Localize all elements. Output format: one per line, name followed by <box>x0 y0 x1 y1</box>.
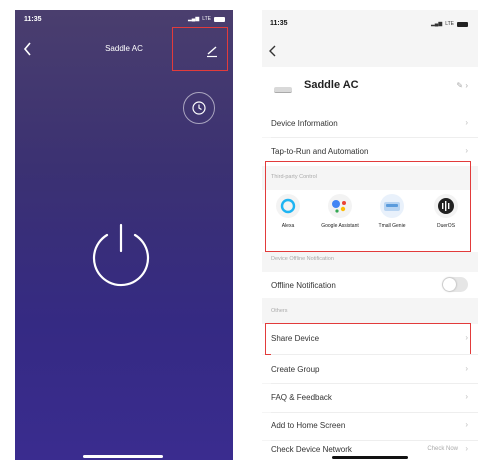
home-indicator <box>332 456 408 459</box>
edit-pencil-icon[interactable] <box>205 44 219 58</box>
device-control-screen: 11:35 ▂▄▆ LTE Saddle AC <box>15 10 233 460</box>
device-information-row[interactable]: Device Information › <box>262 109 478 137</box>
chevron-right-icon: › <box>465 364 468 373</box>
row-label: Add to Home Screen <box>271 421 346 430</box>
device-name: Saddle AC <box>304 79 359 91</box>
battery-icon <box>214 16 225 22</box>
share-highlight-box <box>265 323 471 355</box>
offline-notification-row: Offline Notification <box>262 272 478 298</box>
status-time: 11:35 <box>24 16 42 23</box>
row-label: Device Information <box>271 119 338 128</box>
signal-icon: ▂▄▆ <box>430 21 443 27</box>
row-label: FAQ & Feedback <box>271 393 332 402</box>
offline-notification-toggle[interactable] <box>442 277 468 292</box>
signal-icon: ▂▄▆ <box>187 16 200 22</box>
check-now-link[interactable]: Check Now <box>427 446 458 452</box>
row-label: Check Device Network <box>271 445 352 454</box>
network-label: LTE <box>445 21 454 27</box>
faq-feedback-row[interactable]: FAQ & Feedback › <box>262 384 478 412</box>
status-indicators: ▂▄▆ LTE <box>431 21 468 27</box>
status-indicators: ▂▄▆ LTE <box>188 16 225 22</box>
device-header[interactable]: Saddle AC ✎ › <box>262 67 478 109</box>
timer-button[interactable] <box>183 92 215 124</box>
network-label: LTE <box>202 16 211 22</box>
chevron-right-icon: › <box>465 118 468 127</box>
battery-icon <box>457 21 468 27</box>
third-party-highlight-box <box>265 161 471 252</box>
chevron-right-icon: › <box>465 146 468 155</box>
device-settings-screen: 11:35 ▂▄▆ LTE Saddle AC ✎ › Device Infor… <box>262 10 478 460</box>
row-label: Offline Notification <box>271 281 336 290</box>
section-header-offline: Device Offline Notification <box>271 256 334 262</box>
back-arrow-icon[interactable] <box>268 45 278 57</box>
power-button[interactable] <box>85 217 157 289</box>
create-group-row[interactable]: Create Group › <box>262 355 478 383</box>
home-indicator <box>83 455 163 458</box>
chevron-right-icon: › <box>465 420 468 429</box>
chevron-right-icon: › <box>465 444 468 453</box>
edit-chevron-icon[interactable]: ✎ › <box>456 81 468 90</box>
row-label: Create Group <box>271 365 320 374</box>
section-header-others: Others <box>271 308 288 314</box>
row-label: Tap-to-Run and Automation <box>271 147 369 156</box>
status-time: 11:35 <box>270 20 288 27</box>
chevron-right-icon: › <box>465 392 468 401</box>
toggle-knob <box>443 278 456 291</box>
ac-unit-icon <box>274 87 292 93</box>
clock-icon <box>192 101 206 115</box>
edit-highlight-box <box>172 27 228 71</box>
add-to-home-screen-row[interactable]: Add to Home Screen › <box>262 413 478 440</box>
